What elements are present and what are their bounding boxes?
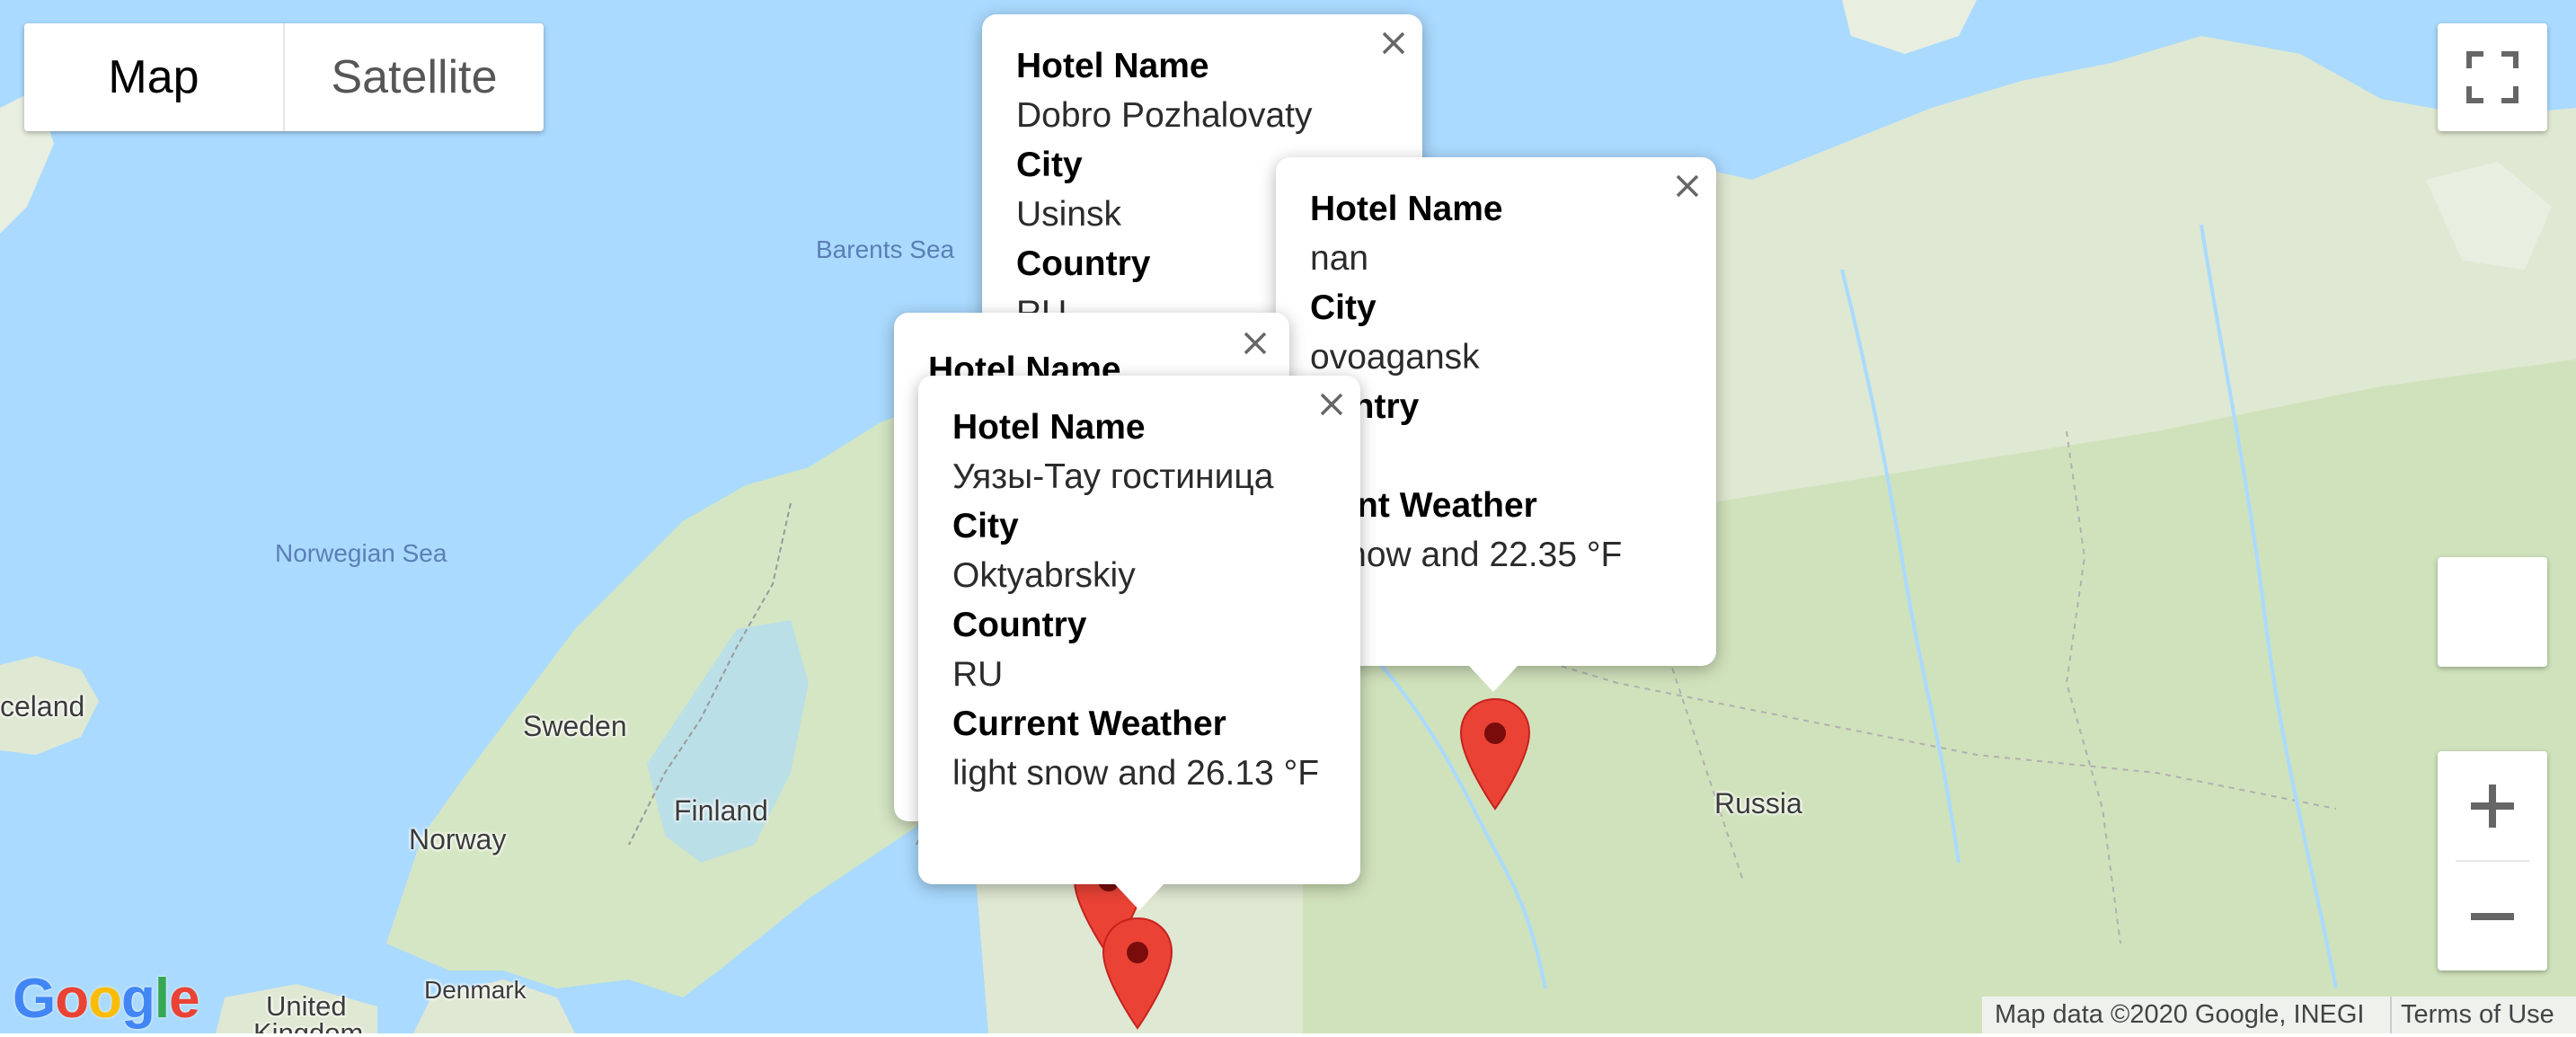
map-marker-novoagansk[interactable]: [1459, 697, 1531, 811]
map-marker-oktyabrskiy[interactable]: [1102, 917, 1173, 1030]
norway-label: Norway: [409, 823, 507, 855]
infowindow-body: Hotel Name Уязы-Тау гостиница City Oktya…: [952, 403, 1319, 798]
plus-icon: [2471, 784, 2514, 828]
city-value: ovoagansk: [1310, 338, 1480, 377]
hotel-name-value: Уязы-Тау гостиница: [952, 457, 1274, 496]
united-kingdom-label-line2: Kingdom: [253, 1017, 364, 1033]
country-key: Country: [952, 606, 1087, 644]
finland-label: Finland: [674, 794, 768, 827]
terms-of-use-link[interactable]: Terms of Use: [2390, 997, 2576, 1033]
infowindow-tail: [1468, 665, 1518, 692]
google-logo[interactable]: Google: [13, 967, 200, 1031]
zoom-in-button[interactable]: [2438, 751, 2547, 860]
hotel-name-key: Hotel Name: [1016, 47, 1209, 85]
close-icon[interactable]: [1668, 166, 1707, 206]
city-value: Usinsk: [1016, 195, 1122, 234]
city-value: Oktyabrskiy: [952, 556, 1136, 595]
city-key: City: [952, 507, 1019, 545]
infowindow-tail: [1114, 883, 1164, 910]
close-icon[interactable]: [1312, 385, 1351, 424]
fullscreen-button[interactable]: [2438, 23, 2547, 131]
close-icon[interactable]: [1374, 23, 1413, 63]
map-data-attribution: Map data ©2020 Google, INEGI: [1982, 997, 2390, 1033]
denmark-label: Denmark: [424, 976, 527, 1004]
weather-key: Current Weather: [952, 705, 1226, 743]
country-key: Country: [1016, 244, 1151, 283]
city-key: City: [1016, 146, 1083, 184]
hotel-name-value: Dobro Pozhalovaty: [1016, 96, 1313, 135]
zoom-out-button[interactable]: [2438, 862, 2547, 971]
barents-sea-label: Barents Sea: [816, 235, 955, 263]
fullscreen-icon: [2466, 51, 2518, 103]
sweden-label: Sweden: [523, 710, 627, 742]
street-view-pegman-button[interactable]: [2438, 557, 2547, 667]
russia-label: Russia: [1714, 787, 1802, 820]
map-type-map-button[interactable]: Map: [24, 23, 283, 131]
minus-icon: [2471, 912, 2514, 920]
weather-value: light snow and 26.13 °F: [952, 754, 1320, 793]
hotel-name-key: Hotel Name: [1310, 190, 1503, 228]
infowindow-body: Hotel Name Dobro Pozhalovaty City Usinsk…: [1016, 41, 1313, 338]
norwegian-sea-label: Norwegian Sea: [275, 539, 447, 567]
iceland-label: celand: [0, 690, 85, 722]
map-type-control: Map Satellite: [24, 23, 544, 131]
city-key: City: [1310, 288, 1377, 327]
close-icon[interactable]: [1235, 324, 1275, 363]
hotel-name-key: Hotel Name: [952, 408, 1146, 447]
country-value: RU: [952, 655, 1004, 694]
zoom-control: [2438, 751, 2547, 971]
map-type-satellite-button[interactable]: Satellite: [283, 23, 544, 131]
hotel-name-value: nan: [1310, 239, 1369, 278]
map-canvas[interactable]: Barents Sea Norwegian Sea celand Sweden …: [0, 0, 2576, 1033]
infowindow-oktyabrskiy: Hotel Name Уязы-Тау гостиница City Oktya…: [918, 376, 1360, 884]
